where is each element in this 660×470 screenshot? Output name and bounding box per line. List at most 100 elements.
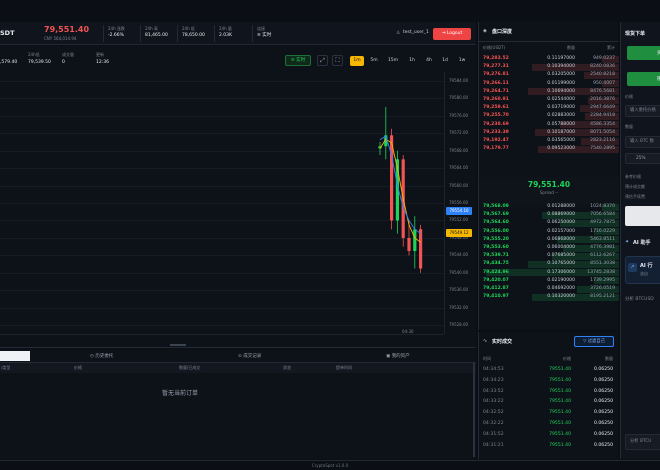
- x-axis-line: [0, 334, 444, 335]
- tf-15m[interactable]: 15m: [385, 56, 401, 66]
- ask-row[interactable]: 79,276.81 0.03205000 2540.8218: [479, 71, 619, 80]
- last-price: 79,551.40: [44, 25, 90, 34]
- order-price: 79,238.69: [483, 121, 509, 127]
- candlestick-series: [378, 106, 423, 273]
- ask-row[interactable]: 79,283.52 0.11197000 949.0237: [479, 55, 619, 63]
- order-price: 79,233.39: [483, 129, 509, 135]
- trade-row: 04:32:52 79551.40 0.06250: [479, 409, 619, 418]
- order-price: 79,277.31: [483, 64, 509, 70]
- tf-1d[interactable]: 1d: [439, 56, 451, 66]
- resize-handle[interactable]: [170, 344, 186, 346]
- tf-1m[interactable]: 1m: [350, 56, 364, 66]
- tf-1w[interactable]: 1w: [455, 56, 469, 66]
- bid-row[interactable]: 79,555.20 0.06868000 5463.8511: [479, 236, 619, 244]
- stat-connection: 连接 ≋ 实时: [252, 25, 271, 42]
- trade-price: 79551.40: [549, 388, 571, 394]
- price-chart[interactable]: 79584.00 79580.00 79576.00 79572.00 79568.00…: [0, 72, 476, 348]
- bid-row[interactable]: 79,567.69 0.08869000 7056.6584: [479, 211, 619, 219]
- sparkle-icon: ✦: [625, 239, 630, 245]
- trade-time: 04:33:22: [483, 399, 504, 405]
- ask-row[interactable]: 79,255.70 0.02883000 2284.9418: [479, 112, 619, 121]
- trade-price: 79551.40: [549, 367, 571, 372]
- submit-order-button[interactable]: [625, 206, 660, 226]
- order-total: 8195.2121: [590, 294, 615, 300]
- fullscreen-icon[interactable]: ⛶: [332, 55, 343, 66]
- ask-row[interactable]: 79,233.39 0.10187000 8071.5054: [479, 129, 619, 137]
- ai-chat-input[interactable]: 分析 BTCU: [625, 434, 660, 450]
- scrollbar[interactable]: [473, 363, 475, 457]
- ask-row[interactable]: 79,266.11 0.01199000 950.4007: [479, 80, 619, 88]
- order-total: 2016.3876: [590, 97, 615, 102]
- ask-row[interactable]: 79,192.47 0.03565000 2823.2116: [479, 137, 619, 145]
- logout-button[interactable]: ⇥ Logout: [433, 28, 471, 40]
- order-price: 79,255.70: [483, 113, 509, 119]
- order-price: 79,259.61: [483, 105, 509, 111]
- live-toggle[interactable]: ≋ 实时: [285, 55, 311, 66]
- bid-row[interactable]: 79,434.75 0.10765000 8551.3038: [479, 260, 619, 269]
- tab-current-orders[interactable]: [0, 351, 30, 361]
- tf-5m[interactable]: 5m: [367, 56, 381, 66]
- buy-tab[interactable]: 买: [627, 46, 660, 60]
- ask-row[interactable]: 79,238.69 0.05788000 4586.3354: [479, 121, 619, 129]
- order-quantity: 0.05788000: [547, 121, 575, 127]
- order-total: 4776.3981: [590, 245, 615, 250]
- tab-my-assets[interactable]: ▣ 我的资产: [386, 353, 410, 359]
- y-tick-label: 79540.00: [449, 269, 469, 275]
- tf-4h[interactable]: 4h: [422, 56, 436, 66]
- order-total: 4586.3354: [590, 121, 615, 127]
- trade-time: 04:31:52: [483, 431, 504, 437]
- info-value-low: 79,539.50: [28, 60, 51, 65]
- trade-price: 79551.40: [549, 377, 571, 383]
- order-price: 79,434.75: [483, 261, 509, 267]
- bid-row[interactable]: 79,556.00 0.02157000 1716.0229: [479, 228, 619, 236]
- mid-price: 79,551.40: [527, 180, 571, 189]
- tab-trade-records[interactable]: ⊙ 成交记录: [238, 353, 261, 359]
- ai-card[interactable]: ↗ AI 行 该自: [625, 256, 660, 284]
- trade-time: 04:32:22: [483, 421, 504, 426]
- bid-row[interactable]: 79,568.09 0.01288000 1024.8370: [479, 203, 619, 211]
- bid-row[interactable]: 79,412.87 0.04692000 3726.0519: [479, 285, 619, 293]
- order-total: 2823.2116: [590, 138, 615, 143]
- quantity-input[interactable]: 输入 BTC 数: [625, 136, 660, 148]
- order-total: 950.4007: [593, 80, 615, 86]
- order-quantity: 0.04692000: [547, 286, 575, 291]
- tf-1h[interactable]: 1h: [405, 56, 419, 66]
- trade-row: 04:33:22 79551.40 0.06250: [479, 398, 619, 407]
- order-quantity: 0.10394000: [547, 64, 575, 70]
- orderbook-title: 盘口深度: [492, 29, 513, 35]
- ai-title: AI 助手: [633, 240, 651, 246]
- bid-row[interactable]: 79,424.96 0.17306000 13745.2838: [479, 269, 619, 277]
- order-price: 79,568.09: [483, 204, 509, 209]
- ask-row[interactable]: 79,260.91 0.02544000 2016.3876: [479, 96, 619, 104]
- ai-analysis-prompt[interactable]: 分析 BTCUSD: [625, 296, 654, 302]
- y-tick-label: 79580.00: [449, 95, 469, 101]
- bid-row[interactable]: 79,564.60 0.06250000 4972.7875: [479, 219, 619, 228]
- stat-change: 24h 涨跌 -2.66%: [103, 25, 125, 42]
- username[interactable]: test_user_1: [403, 30, 429, 35]
- ask-row[interactable]: 79,277.31 0.10394000 8240.0836: [479, 63, 619, 71]
- order-price: 79,260.91: [483, 97, 509, 102]
- bid-row[interactable]: 79,539.71 0.07685000 6112.6267: [479, 252, 619, 260]
- limit-tab[interactable]: 限: [627, 72, 660, 86]
- bid-row[interactable]: 79,420.07 0.02190000 1739.2995: [479, 277, 619, 285]
- bid-row[interactable]: 79,410.97 0.10320000 8195.2121: [479, 293, 619, 301]
- order-price: 79,555.20: [483, 236, 509, 242]
- order-total: 13745.2838: [587, 269, 615, 275]
- trade-quantity: 0.06250: [594, 431, 613, 437]
- order-price: 79,276.81: [483, 72, 509, 78]
- filter-self-button[interactable]: ▽ 过滤自己: [574, 336, 614, 347]
- order-quantity: 0.01288000: [547, 204, 575, 209]
- candle-body: [419, 229, 423, 269]
- trade-row: 04:31:21 79551.40 0.06250: [479, 442, 619, 451]
- ask-row[interactable]: 79,179.77 0.09523000 7540.2895: [479, 145, 619, 153]
- price-input[interactable]: 输入委托价格: [625, 105, 660, 117]
- percent-25-button[interactable]: 25%: [625, 153, 660, 164]
- y-tick-label: 79584.00: [449, 77, 469, 83]
- order-total: 7056.6584: [590, 212, 615, 218]
- bid-row[interactable]: 79,553.60 0.06004000 4776.3981: [479, 244, 619, 252]
- trade-price: 79551.40: [549, 399, 571, 405]
- ask-row[interactable]: 79,264.71 0.10694000 8476.5681: [479, 88, 619, 96]
- expand-icon[interactable]: ⤢: [317, 55, 328, 66]
- ask-row[interactable]: 79,259.61 0.03719000 2947.6649: [479, 104, 619, 112]
- tab-order-history[interactable]: ◷ 历史委托: [90, 353, 113, 359]
